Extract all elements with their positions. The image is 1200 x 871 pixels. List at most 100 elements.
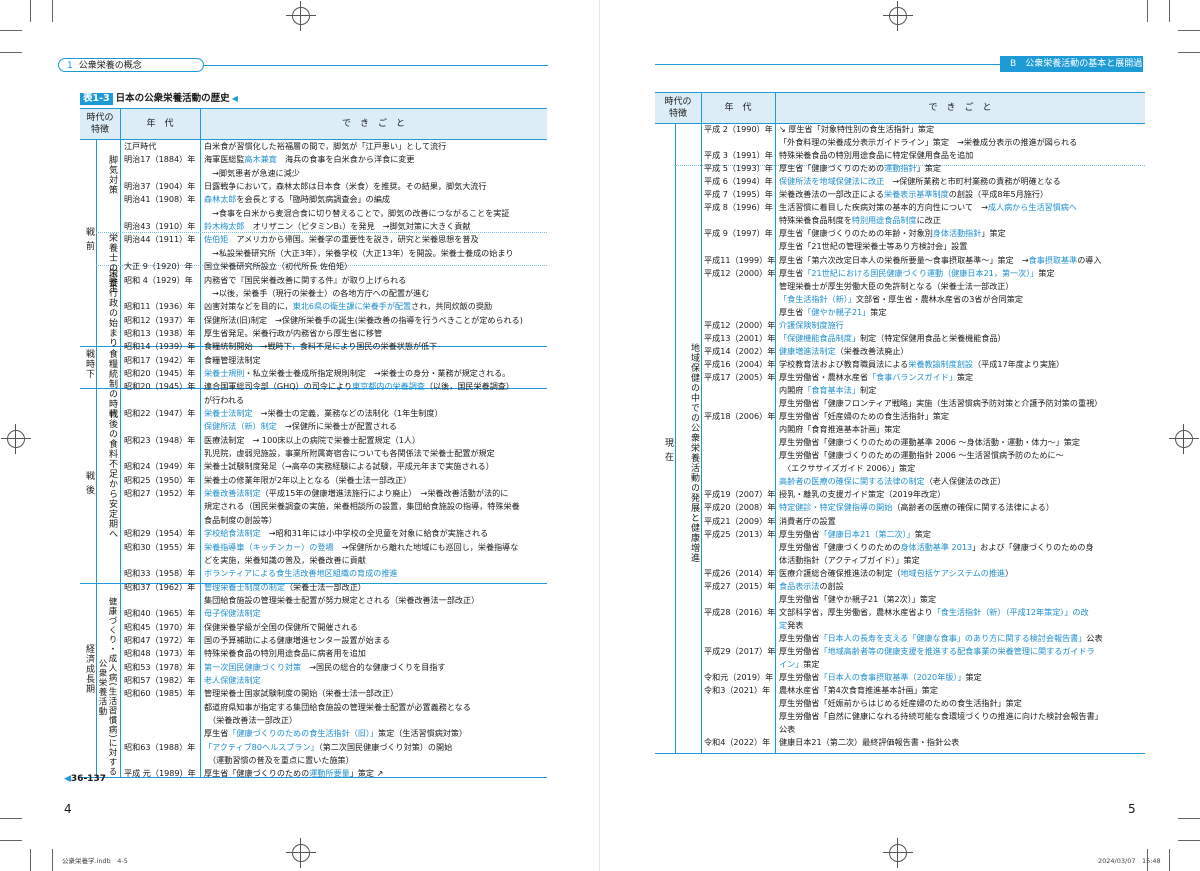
event-text: 健康日本21（第二次）最終評価報告書・指針公表: [779, 737, 960, 748]
event-cell: 学校教育法および教育職員法による栄養教諭制度創設（平成17年度より実施）: [779, 359, 1064, 371]
event-cell: イン」策定: [779, 659, 820, 671]
table-header: 時代の 特徴 年 代 で き ご と: [655, 93, 1145, 124]
header-feature: 時代の 特徴: [86, 113, 114, 135]
event-cell: 厚生省「21世紀の管理栄養士等あり方検討会」設置: [779, 241, 967, 253]
registration-mark-icon: [286, 1, 316, 31]
event-cell: 厚生省「第六次改定日本人の栄養所要量〜食事摂取基準〜」策定 →食事摂取基準の導入: [779, 255, 1101, 267]
event-text: 厚生省「21世紀の管理栄養士等あり方検討会」設置: [779, 241, 968, 252]
year-cell: 昭和25（1950）年: [124, 474, 196, 485]
event-cell: 厚生省発足。栄養行政が内務省から厚生省に移管: [204, 328, 382, 340]
event-text: 策定: [870, 306, 887, 317]
event-text: が行われる: [204, 394, 245, 405]
event-text: 厚生省: [779, 306, 804, 317]
running-head-rule: [655, 64, 1000, 65]
event-text: 制定: [859, 385, 877, 395]
subera-nutrition-admin: 栄養行政の始まり: [107, 268, 117, 348]
year-cell: 平成26（2014）年: [704, 567, 776, 578]
event-text: ↘ 厚生省「対象特性別の食生活指針」策定: [779, 124, 935, 134]
year-cell: 平成13（2001）年: [704, 332, 776, 343]
event-text: 授乳・離乳の支援ガイド策定（2019年改定）: [779, 489, 946, 500]
event-cell: 保健所法を地域保健法に改正 →保健所業務と市町村業務の責務が明確となる: [779, 176, 1061, 188]
event-text: 厚生労働省「健康フロンティア戦略」実施（生活習慣病予防対策と介護予防対策の重視）: [779, 398, 1103, 409]
event-cell: 厚生省「21世紀における国民健康づくり運動（健康日本21，第一次）」策定: [779, 268, 1055, 280]
event-cell: 厚生労働省「日本人の長寿を支える「健康な食事」のあり方に関する検討会報告書」公表: [779, 633, 1103, 645]
event-text: 内閣府「食育推進基本計画」策定: [779, 424, 901, 435]
highlighted-term: 「食事バランスガイド」: [868, 371, 957, 382]
era-rule: [96, 139, 97, 346]
page-reference: ◀36-137: [64, 774, 106, 784]
subera-beriberi: 脚気対策: [107, 155, 117, 195]
event-text: 策定: [1038, 267, 1055, 278]
event-cell: 厚生労働省「妊娠前からはじめる妊産婦のための食生活指針」策定: [779, 698, 1022, 710]
crop-mark: [1178, 818, 1200, 819]
year-cell: 平成20（2008）年: [704, 502, 776, 513]
event-cell: 厚生労働省「日本人の食事摂取基準（2020年版）」策定: [779, 672, 982, 684]
event-cell: 厚生労働省・農林水産省「食事バランスガイド」策定: [779, 372, 973, 384]
event-cell: 特殊栄養食品の特別用途食品に病者用を追加: [204, 648, 366, 660]
highlighted-term: 佐伯矩: [204, 234, 229, 245]
event-text: 厚生省「健康づくりのための: [779, 163, 885, 174]
event-text: 栄養士試験制度発足（→高卒の実務経験による試験，平成元年まで実施される）: [204, 461, 494, 472]
highlighted-term: 「健やか親子21」: [803, 306, 871, 317]
event-text: 食糧統制開始 →戦時下，食料不足により国民の栄養状態が低下: [204, 341, 438, 352]
highlighted-term: 食品表示法: [779, 580, 820, 591]
event-cell: 保健所法(旧)制定 →保健所栄養手の誕生(栄養改善の指導を行うべきことが定められ…: [204, 315, 523, 327]
event-cell: 公表: [779, 724, 795, 736]
year-cell: 平成28（2016）年: [704, 606, 776, 617]
highlighted-term: 第一次国民健康づくり対策: [204, 661, 302, 672]
event-text: 食品制度の創設等）: [204, 514, 277, 525]
event-cell: 厚生労働省「健康づくりのための身体活動基準 2013」および「健康づくりのための…: [779, 542, 1094, 554]
event-text: 策定（生活習慣病対策）: [378, 728, 468, 739]
event-text: 特殊栄養食品の特別用途食品に特定保健用食品を追加: [779, 150, 974, 161]
event-cell: 国の予算補助による健康増進センター設置が始まる: [204, 635, 390, 647]
year-cell: 昭和63（1988）年: [124, 741, 196, 752]
highlighted-term: 介護保険制度施行: [779, 319, 844, 330]
crop-mark: [1169, 849, 1170, 871]
era-wartime: 戦時下: [84, 349, 94, 379]
event-cell: 母子保健法制定: [204, 608, 261, 620]
year-cell: 令和3（2021）年: [704, 685, 771, 696]
highlighted-term: 「食育基本法」: [803, 385, 860, 395]
highlighted-term: 「食生活指針（新）（平成12年策定）」の改: [932, 606, 1089, 617]
event-text: を会長とする「臨時脚気病調査会」の編成: [236, 194, 390, 205]
highlighted-term: 身体活動基準 2013: [900, 541, 973, 552]
event-text: （栄養士法一部改正）: [284, 581, 366, 592]
event-text: →以後，栄養手（現行の栄養士）の各地方庁への配置が進む: [204, 287, 430, 298]
crop-mark: [0, 52, 22, 53]
highlighted-term: 鈴木梅太郎: [204, 221, 245, 232]
event-text: 厚生労働省: [779, 646, 820, 656]
year-cell: 昭和24（1949）年: [124, 461, 196, 472]
footer-date: 2024/03/07 15:48: [1098, 857, 1161, 865]
year-cell: 平成 2（1990）年: [704, 124, 773, 134]
highlighted-term: 「地域高齢者等の健康支援を推進する配食事業の栄養管理に関するガイドラ: [819, 646, 1095, 656]
event-cell: 食品制度の創設等）: [204, 515, 277, 527]
event-text: →保健所に栄養士が配置される: [276, 421, 397, 432]
highlighted-term: 「21世紀における国民健康づくり運動（健康日本21，第一次）」: [803, 267, 1039, 278]
event-text: 」および「健康づくりのための身: [972, 541, 1094, 552]
event-cell: 厚生労働省「自然に健康になれる持続可能な食環境づくりの推進に向けた検討会報告書」: [779, 711, 1103, 723]
year-cell: 平成11（1999）年: [704, 254, 776, 265]
event-cell: →脚気患者が急速に減少: [204, 168, 300, 180]
crop-mark: [0, 840, 22, 841]
year-cell: 平成 3（1991）年: [704, 150, 773, 161]
year-cell: 昭和27（1952）年: [124, 488, 196, 499]
right-page: B 公衆栄養活動の基本と展開過程 時代の 特徴 年 代 で き ご と 現 在 地…: [600, 0, 1200, 871]
event-text: 日露戦争において，森林太郎は日本食（米食）を推奨。その結果，脚気大流行: [204, 181, 487, 192]
event-text: （老人保健法の改正）: [924, 476, 1006, 487]
year-cell: 昭和48（1973）年: [124, 648, 196, 659]
event-text: 厚生省: [779, 267, 804, 278]
subera-community-health: 地域保健の中での公衆栄養活動の発展と健康増進: [689, 343, 699, 563]
event-text: 国の予算補助による健康増進センター設置が始まる: [204, 634, 390, 645]
event-text: の創設（平成8年5月施行）: [948, 189, 1049, 200]
year-cell: 平成25（2013）年: [704, 528, 776, 539]
year-cell: 平成19（2007）年: [704, 489, 776, 500]
arrow-left-icon: ◀: [64, 774, 71, 784]
event-cell: 定発表: [779, 620, 803, 632]
column-rule: [200, 109, 201, 777]
event-cell: 第一次国民健康づくり対策 →国民の総合的な健康づくりを目指す: [204, 662, 446, 674]
event-text: →保健所から離れた地域にも巡回し，栄養指導な: [333, 541, 519, 552]
event-text: →保健所業務と市町村業務の責務が明確となる: [884, 176, 1061, 187]
highlighted-term: 管理栄養士制度の制定: [204, 581, 285, 592]
year-cell: 令和元（2019）年: [704, 672, 774, 683]
event-cell: 特殊栄養食品の特別用途食品に特定保健用食品を追加: [779, 150, 973, 162]
